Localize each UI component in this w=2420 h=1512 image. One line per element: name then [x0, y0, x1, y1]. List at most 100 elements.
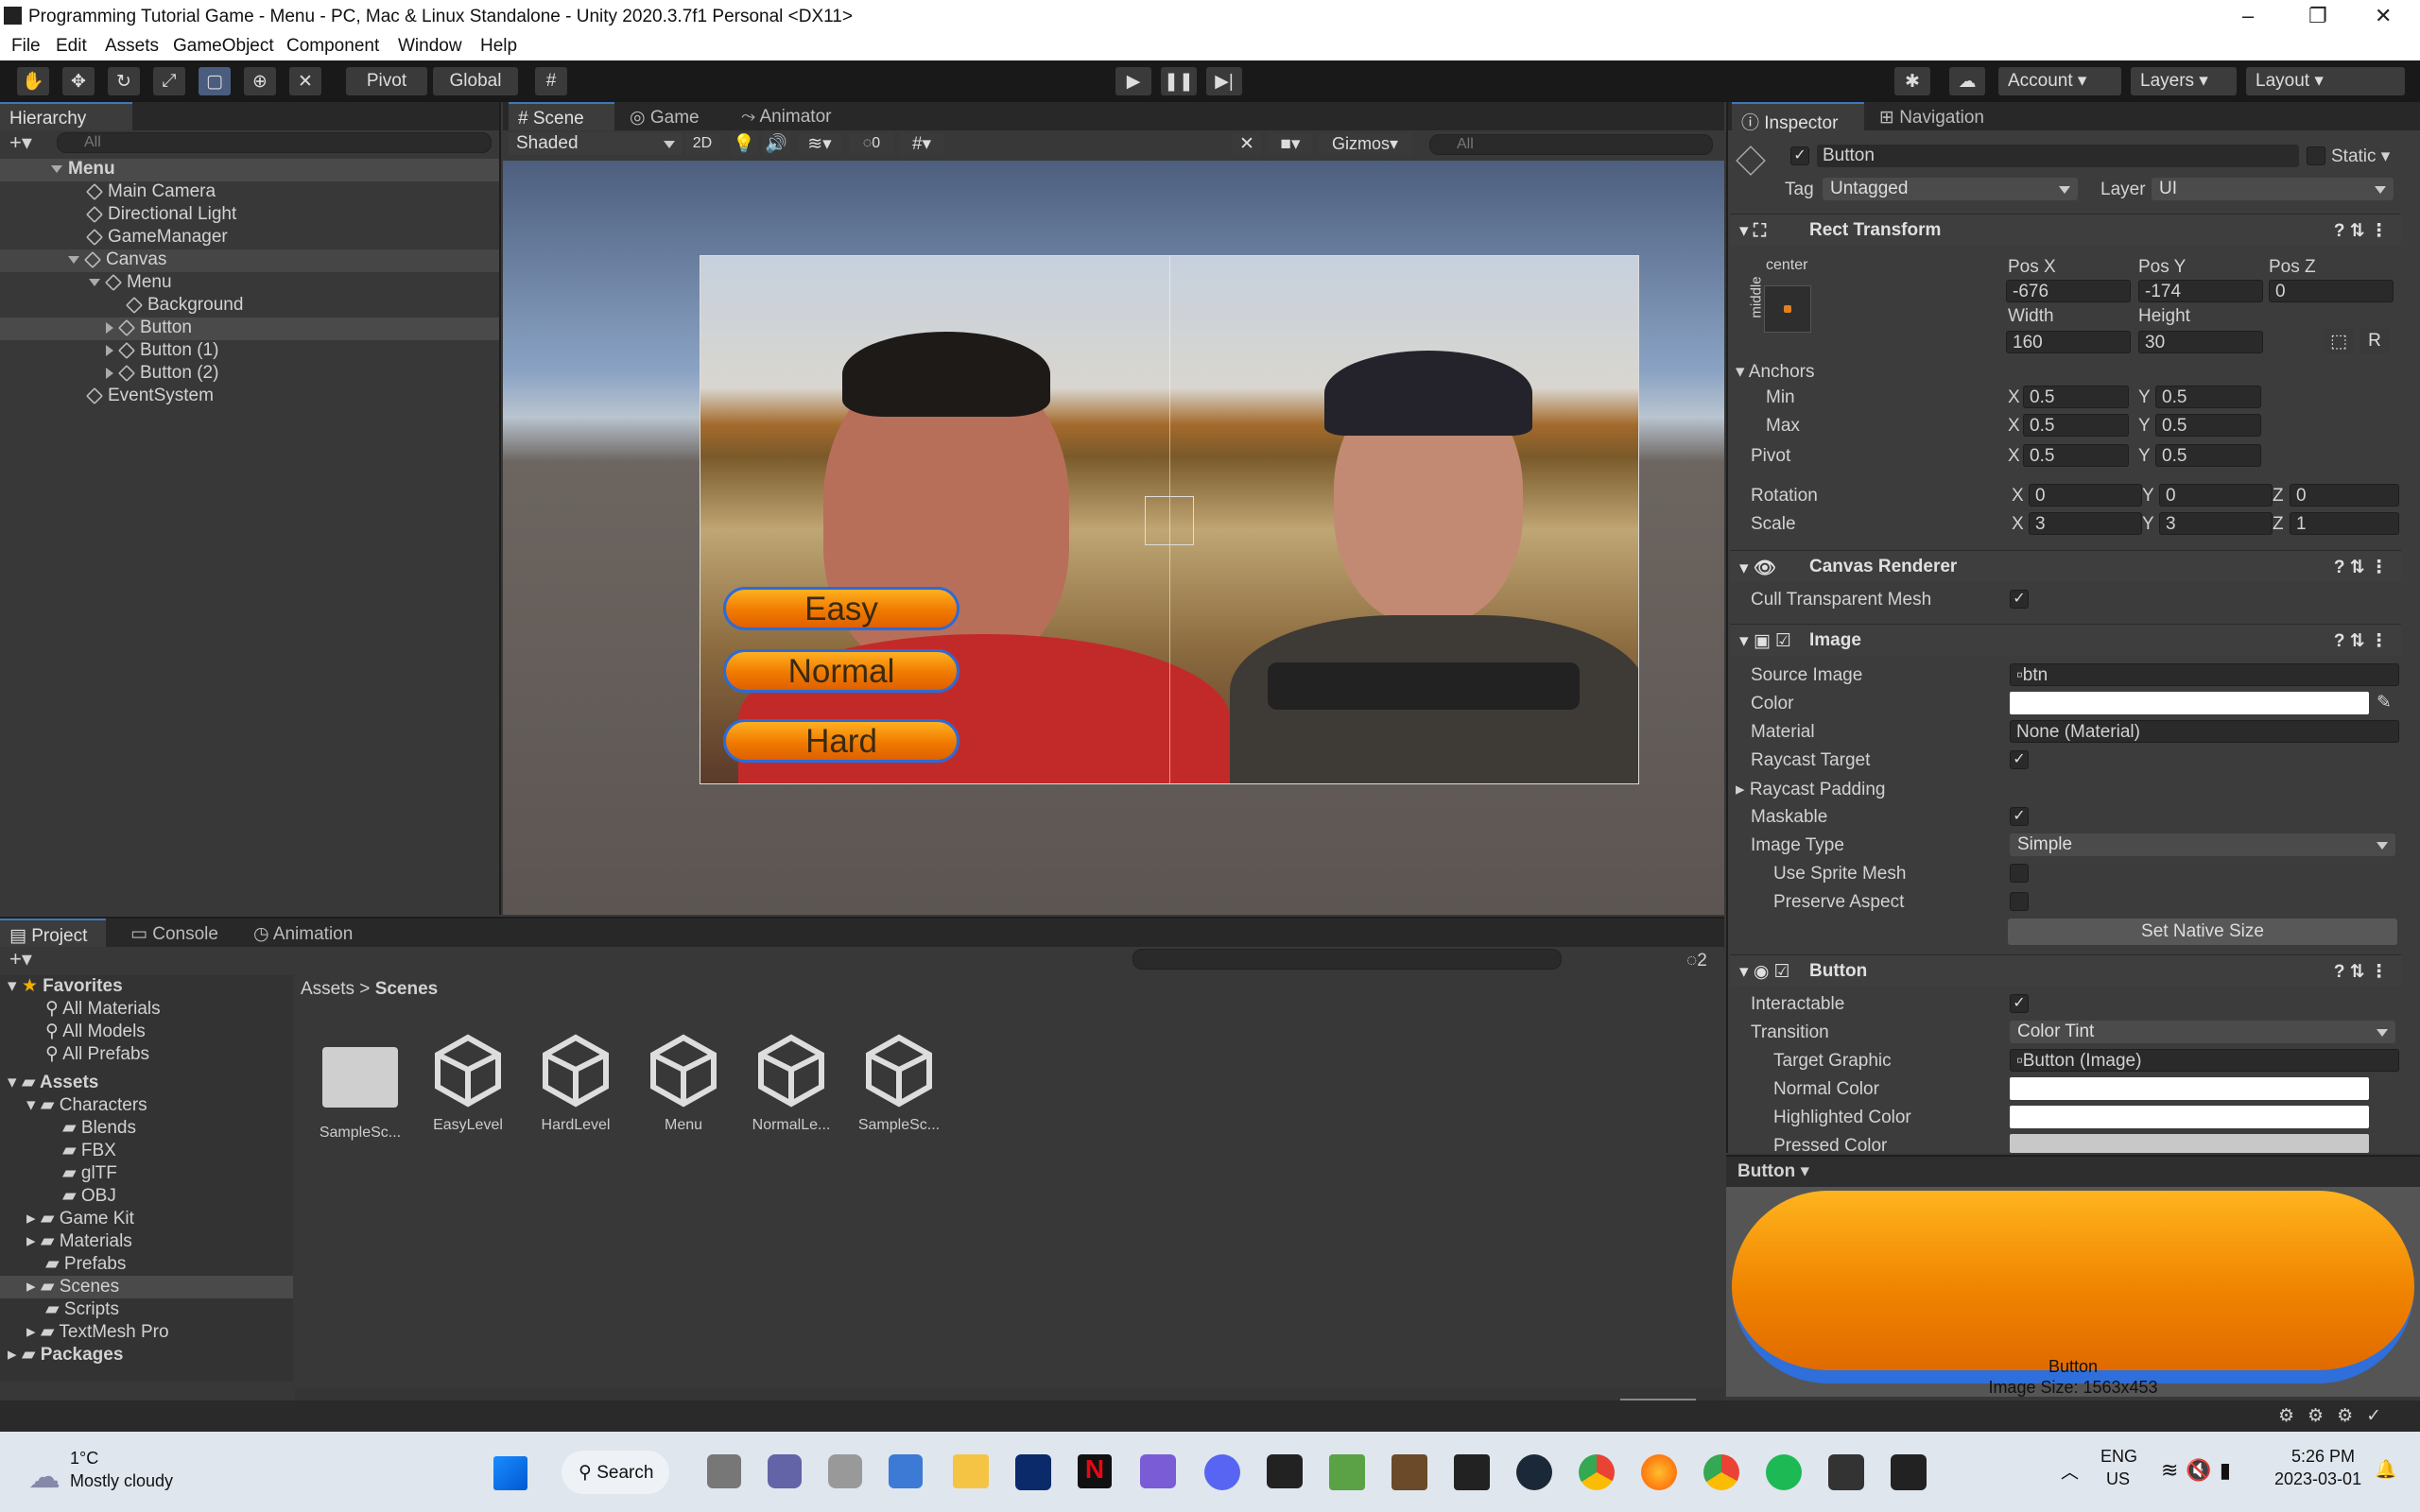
pivot-x-field[interactable]: 0.5 — [2023, 444, 2129, 467]
blueprint-mode-icon[interactable]: ⬚ — [2324, 329, 2354, 353]
file-explorer-icon[interactable] — [953, 1454, 989, 1488]
folder-textmesh-pro[interactable]: ▸ ▰ TextMesh Pro — [26, 1321, 169, 1344]
project-search[interactable] — [1132, 949, 1562, 970]
hier-menu-scene[interactable]: Menu — [0, 159, 499, 181]
custom-tool-icon[interactable]: ✕ — [289, 67, 321, 95]
collab-icon[interactable]: ✱ — [1894, 67, 1930, 95]
pause-button[interactable]: ❚❚ — [1161, 67, 1197, 95]
hier-gamemanager[interactable]: GameManager — [85, 227, 228, 249]
component-menu-icon[interactable]: ? ⇅ ⋮ — [2334, 557, 2388, 578]
asset-folder-samplescene[interactable]: SampleSc... — [308, 1040, 412, 1142]
asset-scene-normallevel[interactable]: NormalLe... — [739, 1032, 843, 1134]
cloud-icon[interactable]: ☁ — [1949, 67, 1985, 95]
show-hidden-icons[interactable]: ︿ — [2061, 1458, 2079, 1484]
notifications-icon[interactable]: 🔔 — [2375, 1458, 2397, 1481]
fav-all-prefabs[interactable]: ⚲ All Prefabs — [45, 1043, 149, 1066]
teams-icon[interactable] — [768, 1454, 802, 1488]
breadcrumb-assets[interactable]: Assets — [301, 979, 354, 999]
menu-gameobject[interactable]: GameObject — [173, 36, 274, 57]
tab-hierarchy[interactable]: Hierarchy — [0, 102, 132, 130]
eyedropper-icon[interactable]: ✎ — [2377, 692, 2392, 713]
source-image-field[interactable]: ▫btn — [2010, 663, 2399, 686]
transform-tool-icon[interactable]: ⊕ — [244, 67, 276, 95]
disney-plus-icon[interactable] — [1015, 1454, 1051, 1490]
status-icons[interactable]: ⚙⚙⚙✓ — [2278, 1405, 2394, 1427]
audio-icon[interactable]: 🔊 — [762, 132, 790, 155]
easy-button[interactable]: Easy — [723, 587, 959, 630]
scale-z-field[interactable]: 1 — [2290, 512, 2399, 535]
normal-button[interactable]: Normal — [723, 649, 959, 693]
raycast-target-checkbox[interactable]: ✓ — [2010, 750, 2029, 769]
close-icon[interactable]: ✕ — [2375, 4, 2392, 28]
discord-icon[interactable] — [1204, 1454, 1240, 1490]
menu-edit[interactable]: Edit — [56, 36, 87, 57]
image-component-header[interactable]: ▾ ▣ ☑ Image? ⇅ ⋮ — [1730, 624, 2401, 656]
layout-dropdown[interactable]: Layout ▾ — [2246, 67, 2405, 95]
add-icon[interactable]: +▾ — [9, 130, 32, 155]
folder-blends[interactable]: ▰ Blends — [62, 1117, 136, 1140]
shading-mode-select[interactable]: Shaded — [509, 132, 683, 155]
rotate-tool-icon[interactable]: ↻ — [108, 67, 140, 95]
raycast-padding-foldout[interactable]: ▸ Raycast Padding — [1736, 779, 1885, 800]
minimize-icon[interactable]: – — [2242, 4, 2254, 28]
unity-hub-icon[interactable] — [1828, 1454, 1864, 1490]
object-name-field[interactable]: Button — [1817, 145, 2299, 167]
asset-scene-easylevel[interactable]: EasyLevel — [416, 1032, 520, 1134]
anchors-label[interactable]: ▾ Anchors — [1736, 361, 1814, 383]
scale-y-field[interactable]: 3 — [2159, 512, 2273, 535]
camera-icon[interactable]: ■▾ — [1269, 132, 1312, 155]
rect-transform-header[interactable]: ▾ ⛶ Rect Transform? ⇅ ⋮ — [1730, 214, 2401, 246]
anchor-preset-button[interactable] — [1764, 285, 1811, 333]
hier-button-2[interactable]: Button (2) — [106, 363, 218, 386]
move-tool-icon[interactable]: ✥ — [62, 67, 95, 95]
firefox-icon[interactable] — [1641, 1454, 1677, 1490]
tab-console[interactable]: ▭ Console — [121, 919, 234, 947]
menu-component[interactable]: Component — [286, 36, 379, 57]
photos-icon[interactable] — [889, 1454, 923, 1488]
hier-main-camera[interactable]: Main Camera — [85, 181, 216, 204]
minecraft-icon[interactable] — [1329, 1454, 1365, 1490]
folder-gltf[interactable]: ▰ glTF — [62, 1162, 117, 1185]
create-icon[interactable]: +▾ — [9, 947, 32, 971]
tab-game[interactable]: ◎ Game — [620, 102, 715, 130]
canvas-renderer-header[interactable]: ▾ 👁 Canvas Renderer? ⇅ ⋮ — [1730, 550, 2401, 582]
target-graphic-field[interactable]: ▫Button (Image) — [2010, 1049, 2399, 1072]
normal-color-swatch[interactable] — [2010, 1077, 2369, 1100]
pressed-color-swatch[interactable] — [2010, 1134, 2369, 1153]
rotation-z-field[interactable]: 0 — [2290, 484, 2399, 507]
packages-folder[interactable]: ▸ ▰ Packages — [8, 1344, 123, 1366]
hier-button[interactable]: Button — [0, 318, 499, 340]
nvidia-icon[interactable] — [1267, 1454, 1303, 1488]
use-sprite-mesh-checkbox[interactable] — [2010, 864, 2029, 883]
hier-canvas[interactable]: Canvas — [0, 249, 499, 272]
fav-all-models[interactable]: ⚲ All Models — [45, 1021, 146, 1043]
image-color-swatch[interactable] — [2010, 692, 2369, 714]
chrome-icon[interactable] — [1579, 1454, 1615, 1490]
task-view-icon[interactable] — [707, 1454, 741, 1488]
layers-dropdown[interactable]: Layers ▾ — [2131, 67, 2237, 95]
posx-field[interactable]: -676 — [2006, 280, 2131, 302]
hier-menu[interactable]: Menu — [89, 272, 172, 295]
app-icon-1[interactable] — [828, 1454, 862, 1488]
tab-animator[interactable]: ⤳ Animator — [732, 102, 855, 130]
maximize-icon[interactable]: ❐ — [2308, 4, 2327, 28]
system-tray-icons[interactable]: ≋🔇▮ — [2161, 1458, 2238, 1483]
2d-toggle[interactable]: 2D — [684, 132, 720, 155]
unity-editor-icon[interactable] — [1891, 1454, 1927, 1490]
folder-materials[interactable]: ▸ ▰ Materials — [26, 1230, 132, 1253]
height-field[interactable]: 30 — [2138, 331, 2263, 353]
anchor-max-x[interactable]: 0.5 — [2023, 414, 2129, 437]
posy-field[interactable]: -174 — [2138, 280, 2263, 302]
pivot-y-field[interactable]: 0.5 — [2155, 444, 2261, 467]
gizmos-dropdown[interactable]: Gizmos ▾ — [1318, 132, 1412, 155]
cull-transparent-checkbox[interactable]: ✓ — [2010, 590, 2029, 609]
clipchamp-icon[interactable] — [1140, 1454, 1176, 1488]
hier-eventsystem[interactable]: EventSystem — [85, 386, 214, 408]
rotation-x-field[interactable]: 0 — [2029, 484, 2142, 507]
clock-date[interactable]: 2023-03-01 — [2274, 1469, 2361, 1489]
clock-time[interactable]: 5:26 PM — [2291, 1447, 2355, 1467]
asset-scene-samplescene[interactable]: SampleSc... — [847, 1032, 951, 1134]
steam-icon[interactable] — [1516, 1454, 1552, 1490]
highlighted-color-swatch[interactable] — [2010, 1106, 2369, 1128]
play-button[interactable]: ▶ — [1115, 67, 1151, 95]
